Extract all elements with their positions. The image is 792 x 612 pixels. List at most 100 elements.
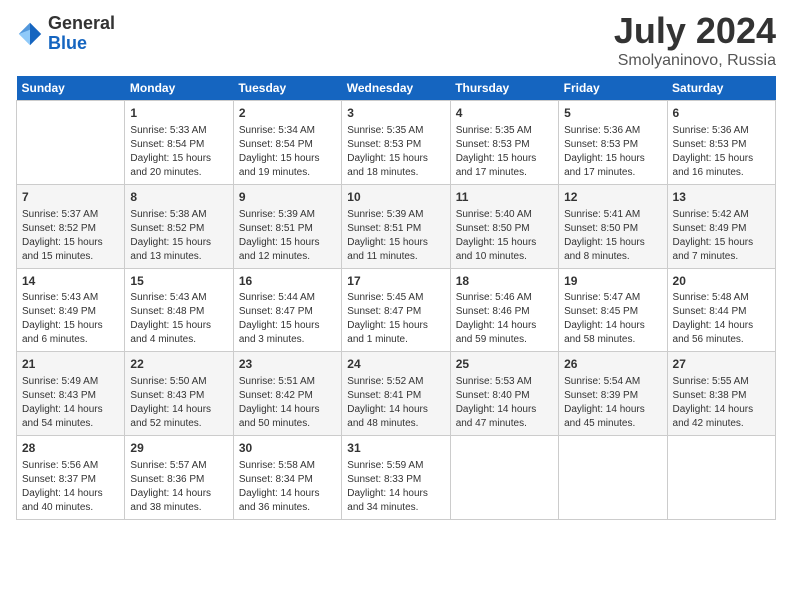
cell-day-number: 2 [239,105,336,122]
cell-day-number: 7 [22,189,119,206]
cell-day-number: 19 [564,273,661,290]
calendar-cell: 4Sunrise: 5:35 AM Sunset: 8:53 PM Daylig… [450,101,558,185]
calendar-cell: 12 Sunrise: 5:41 AM Sunset: 8:50 PM Dayli… [559,184,667,268]
cell-day-number: 17 [347,273,444,290]
cell-info: Sunrise: 5:39 AM Sunset: 8:51 PM Dayligh… [347,208,444,264]
calendar-cell: 28 Sunrise: 5:56 AM Sunset: 8:37 PM Dayli… [17,436,125,520]
calendar-cell: 30Sunrise: 5:58 AM Sunset: 8:34 PM Dayli… [233,436,341,520]
header-cell-wednesday: Wednesday [342,76,450,101]
calendar-week-3: 14Sunrise: 5:43 AM Sunset: 8:49 PM Dayli… [17,268,776,352]
cell-info: Sunrise: 5:55 AM Sunset: 8:38 PM Dayligh… [673,375,770,431]
cell-info: Sunrise: 5:43 AM Sunset: 8:49 PM Dayligh… [22,291,119,347]
calendar-header-row: SundayMondayTuesdayWednesdayThursdayFrid… [17,76,776,101]
cell-day-number: 20 [673,273,770,290]
calendar-cell: 3 Sunrise: 5:35 AM Sunset: 8:53 PM Daylig… [342,101,450,185]
calendar-cell: 7Sunrise: 5:37 AM Sunset: 8:52 PM Daylig… [17,184,125,268]
cell-info: Sunrise: 5:59 AM Sunset: 8:33 PM Dayligh… [347,459,444,515]
cell-info: Sunrise: 5:46 AM Sunset: 8:46 PM Dayligh… [456,291,553,347]
cell-day-number: 28 [22,440,119,457]
calendar-cell: 15Sunrise: 5:43 AM Sunset: 8:48 PM Dayli… [125,268,233,352]
calendar-cell [559,436,667,520]
calendar-cell [450,436,558,520]
cell-day-number: 30 [239,440,336,457]
header-cell-tuesday: Tuesday [233,76,341,101]
cell-info: Sunrise: 5:54 AM Sunset: 8:39 PM Dayligh… [564,375,661,431]
cell-info: Sunrise: 5:45 AM Sunset: 8:47 PM Dayligh… [347,291,444,347]
calendar-cell: 6Sunrise: 5:36 AM Sunset: 8:53 PM Daylig… [667,101,775,185]
cell-day-number: 10 [347,189,444,206]
calendar-cell: 27 Sunrise: 5:55 AM Sunset: 8:38 PM Dayli… [667,352,775,436]
cell-info: Sunrise: 5:35 AM Sunset: 8:53 PM Dayligh… [347,124,444,180]
cell-day-number: 4 [456,105,553,122]
cell-day-number: 29 [130,440,227,457]
header-cell-friday: Friday [559,76,667,101]
cell-info: Sunrise: 5:47 AM Sunset: 8:45 PM Dayligh… [564,291,661,347]
cell-info: Sunrise: 5:36 AM Sunset: 8:53 PM Dayligh… [564,124,661,180]
cell-info: Sunrise: 5:44 AM Sunset: 8:47 PM Dayligh… [239,291,336,347]
cell-info: Sunrise: 5:41 AM Sunset: 8:50 PM Dayligh… [564,208,661,264]
calendar-cell: 9 Sunrise: 5:39 AM Sunset: 8:51 PM Daylig… [233,184,341,268]
cell-day-number: 9 [239,189,336,206]
calendar-cell: 10 Sunrise: 5:39 AM Sunset: 8:51 PM Dayli… [342,184,450,268]
calendar-cell: 18Sunrise: 5:46 AM Sunset: 8:46 PM Dayli… [450,268,558,352]
logo-blue: Blue [48,34,115,54]
cell-day-number: 24 [347,356,444,373]
cell-day-number: 26 [564,356,661,373]
calendar-cell [17,101,125,185]
cell-day-number: 3 [347,105,444,122]
cell-day-number: 12 [564,189,661,206]
cell-info: Sunrise: 5:34 AM Sunset: 8:54 PM Dayligh… [239,124,336,180]
calendar-cell: 5Sunrise: 5:36 AM Sunset: 8:53 PM Daylig… [559,101,667,185]
cell-day-number: 23 [239,356,336,373]
calendar-table: SundayMondayTuesdayWednesdayThursdayFrid… [16,76,776,520]
calendar-cell: 29 Sunrise: 5:57 AM Sunset: 8:36 PM Dayli… [125,436,233,520]
calendar-cell: 26 Sunrise: 5:54 AM Sunset: 8:39 PM Dayli… [559,352,667,436]
page: General Blue July 2024 Smolyaninovo, Rus… [0,0,792,612]
cell-info: Sunrise: 5:40 AM Sunset: 8:50 PM Dayligh… [456,208,553,264]
cell-day-number: 13 [673,189,770,206]
header-cell-thursday: Thursday [450,76,558,101]
calendar-cell: 11 Sunrise: 5:40 AM Sunset: 8:50 PM Dayli… [450,184,558,268]
calendar-cell: 8 Sunrise: 5:38 AM Sunset: 8:52 PM Daylig… [125,184,233,268]
cell-info: Sunrise: 5:53 AM Sunset: 8:40 PM Dayligh… [456,375,553,431]
cell-info: Sunrise: 5:49 AM Sunset: 8:43 PM Dayligh… [22,375,119,431]
cell-day-number: 22 [130,356,227,373]
calendar-cell: 13 Sunrise: 5:42 AM Sunset: 8:49 PM Dayli… [667,184,775,268]
cell-day-number: 8 [130,189,227,206]
calendar-cell: 14Sunrise: 5:43 AM Sunset: 8:49 PM Dayli… [17,268,125,352]
header-cell-monday: Monday [125,76,233,101]
calendar-cell: 21 Sunrise: 5:49 AM Sunset: 8:43 PM Dayli… [17,352,125,436]
cell-day-number: 21 [22,356,119,373]
calendar-cell [667,436,775,520]
logo: General Blue [16,14,115,54]
cell-day-number: 31 [347,440,444,457]
logo-general: General [48,14,115,34]
calendar-cell: 2 Sunrise: 5:34 AM Sunset: 8:54 PM Daylig… [233,101,341,185]
calendar-cell: 22Sunrise: 5:50 AM Sunset: 8:43 PM Dayli… [125,352,233,436]
cell-day-number: 18 [456,273,553,290]
cell-info: Sunrise: 5:51 AM Sunset: 8:42 PM Dayligh… [239,375,336,431]
calendar-cell: 23 Sunrise: 5:51 AM Sunset: 8:42 PM Dayli… [233,352,341,436]
cell-info: Sunrise: 5:42 AM Sunset: 8:49 PM Dayligh… [673,208,770,264]
title-block: July 2024 Smolyaninovo, Russia [614,10,776,70]
cell-info: Sunrise: 5:39 AM Sunset: 8:51 PM Dayligh… [239,208,336,264]
calendar-cell: 31 Sunrise: 5:59 AM Sunset: 8:33 PM Dayli… [342,436,450,520]
calendar-cell: 19Sunrise: 5:47 AM Sunset: 8:45 PM Dayli… [559,268,667,352]
cell-day-number: 27 [673,356,770,373]
cell-info: Sunrise: 5:56 AM Sunset: 8:37 PM Dayligh… [22,459,119,515]
cell-info: Sunrise: 5:38 AM Sunset: 8:52 PM Dayligh… [130,208,227,264]
calendar-cell: 20Sunrise: 5:48 AM Sunset: 8:44 PM Dayli… [667,268,775,352]
cell-day-number: 14 [22,273,119,290]
cell-day-number: 11 [456,189,553,206]
calendar-cell: 24Sunrise: 5:52 AM Sunset: 8:41 PM Dayli… [342,352,450,436]
header-cell-sunday: Sunday [17,76,125,101]
header: General Blue July 2024 Smolyaninovo, Rus… [16,10,776,70]
calendar-cell: 17Sunrise: 5:45 AM Sunset: 8:47 PM Dayli… [342,268,450,352]
calendar-week-2: 7Sunrise: 5:37 AM Sunset: 8:52 PM Daylig… [17,184,776,268]
header-cell-saturday: Saturday [667,76,775,101]
cell-info: Sunrise: 5:57 AM Sunset: 8:36 PM Dayligh… [130,459,227,515]
calendar-week-1: 1Sunrise: 5:33 AM Sunset: 8:54 PM Daylig… [17,101,776,185]
cell-day-number: 15 [130,273,227,290]
logo-icon [16,20,44,48]
cell-day-number: 1 [130,105,227,122]
